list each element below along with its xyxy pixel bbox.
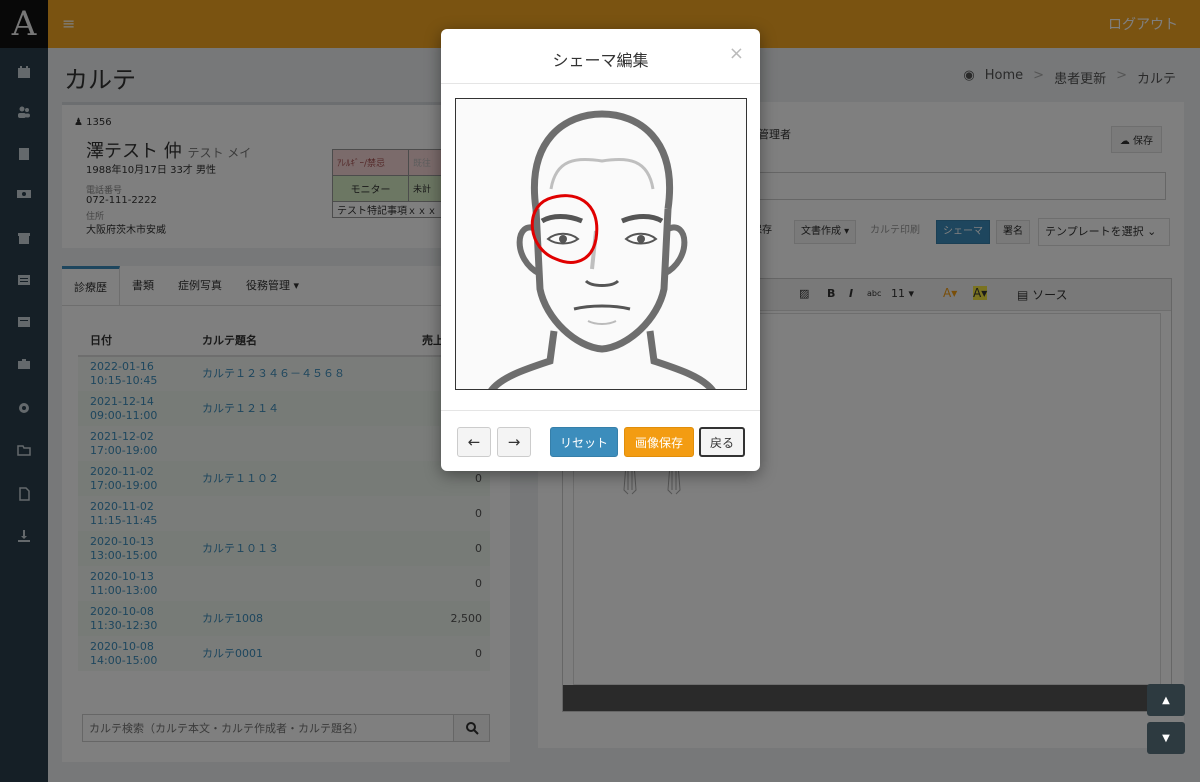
face-schema-image [456,99,746,389]
close-icon[interactable]: × [729,43,744,64]
back-button[interactable]: 戻る [699,427,745,457]
scroll-bottom-button[interactable]: ▼ [1147,722,1185,754]
schema-canvas[interactable] [455,98,747,390]
modal-header: シェーマ編集 × [441,29,760,84]
redo-button[interactable]: → [497,427,531,457]
scroll-top-button[interactable]: ▲ [1147,684,1185,716]
undo-button[interactable]: ← [457,427,491,457]
reset-button[interactable]: リセット [550,427,618,457]
schema-edit-modal: シェーマ編集 × ← → リセット 画像保存 戻る [441,29,760,471]
modal-footer: ← → リセット 画像保存 戻る [441,410,760,471]
modal-title: シェーマ編集 [552,51,649,70]
image-save-button[interactable]: 画像保存 [624,427,694,457]
